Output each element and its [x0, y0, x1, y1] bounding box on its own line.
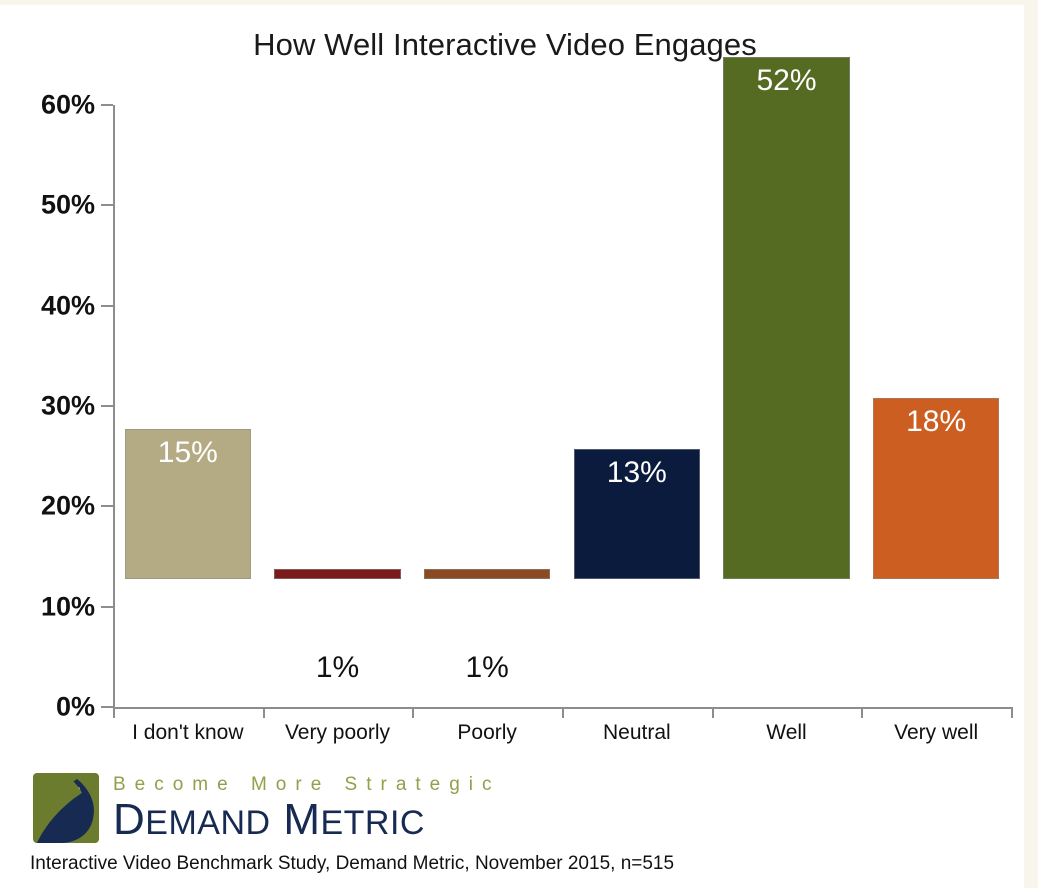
- bar-poorly[interactable]: [423, 568, 551, 579]
- logo-word-d: D: [113, 795, 146, 844]
- bar-value-label: 1%: [465, 650, 509, 684]
- plot-area: 0% 10% 20% 30% 40% 50% 60% 15% 1% 1% 13% 52% 18% I …: [0, 5, 1038, 765]
- logo-mark-icon: [33, 773, 99, 843]
- y-axis-tick-label: 0%: [55, 691, 95, 722]
- y-axis-line: [113, 105, 115, 709]
- x-axis-category-label: Very well: [894, 721, 979, 744]
- bar-neutral[interactable]: 13%: [573, 448, 701, 579]
- demand-metric-logo: Become More Strategic DEMAND METRIC: [33, 773, 501, 845]
- x-axis-category-label: Poorly: [457, 721, 517, 744]
- bar-very-poorly[interactable]: [274, 568, 401, 579]
- y-axis-tick-label: 50%: [40, 189, 95, 220]
- x-axis-tick: [262, 707, 265, 718]
- chart-page: How Well Interactive Video Engages 0% 10%…: [0, 0, 1038, 888]
- logo-tagline: Become More Strategic: [113, 774, 501, 795]
- y-axis-tick: [101, 204, 113, 207]
- y-axis-tick-label: 60%: [40, 89, 95, 120]
- y-axis-tick: [101, 304, 113, 307]
- source-note: Interactive Video Benchmark Study, Deman…: [30, 853, 675, 874]
- x-axis-tick: [861, 707, 864, 718]
- x-axis-tick: [562, 707, 564, 718]
- bar-well[interactable]: 52%: [723, 57, 850, 579]
- logo-wordmark: DEMAND METRIC: [113, 798, 501, 842]
- y-axis-tick: [101, 104, 113, 106]
- y-axis-tick-label: 40%: [40, 290, 95, 321]
- x-axis-tick: [1011, 707, 1013, 718]
- x-axis-tick: [412, 707, 415, 718]
- logo-word-m: M: [283, 795, 321, 844]
- bar-i-don-t-know[interactable]: 15%: [124, 428, 252, 579]
- bar-value-label: 18%: [906, 405, 967, 439]
- y-axis-tick: [101, 405, 113, 407]
- y-axis-tick-label: 10%: [40, 591, 95, 622]
- y-axis-tick: [101, 605, 113, 608]
- logo-word-emand: EMAND: [145, 804, 271, 842]
- x-axis-category-label: Well: [766, 721, 807, 744]
- y-axis-tick-label: 20%: [40, 490, 95, 521]
- bar-value-label: 52%: [756, 64, 817, 98]
- y-axis-tick: [101, 706, 113, 708]
- x-axis-category-label: I don't know: [132, 721, 244, 744]
- logo-word-etric: ETRIC: [320, 804, 425, 842]
- x-axis-category-label: Neutral: [602, 721, 671, 744]
- bar-very-well[interactable]: 18%: [872, 398, 1000, 579]
- bar-value-label: 1%: [315, 650, 360, 684]
- x-axis-tick: [711, 707, 714, 718]
- y-axis-tick-label: 30%: [40, 390, 95, 421]
- bar-value-label: 15%: [157, 435, 218, 469]
- x-axis-category-label: Very poorly: [284, 721, 391, 744]
- logo-text: Become More Strategic DEMAND METRIC: [113, 773, 501, 842]
- x-axis-tick: [113, 707, 115, 718]
- bar-value-label: 13%: [606, 455, 667, 489]
- y-axis-tick: [101, 505, 113, 508]
